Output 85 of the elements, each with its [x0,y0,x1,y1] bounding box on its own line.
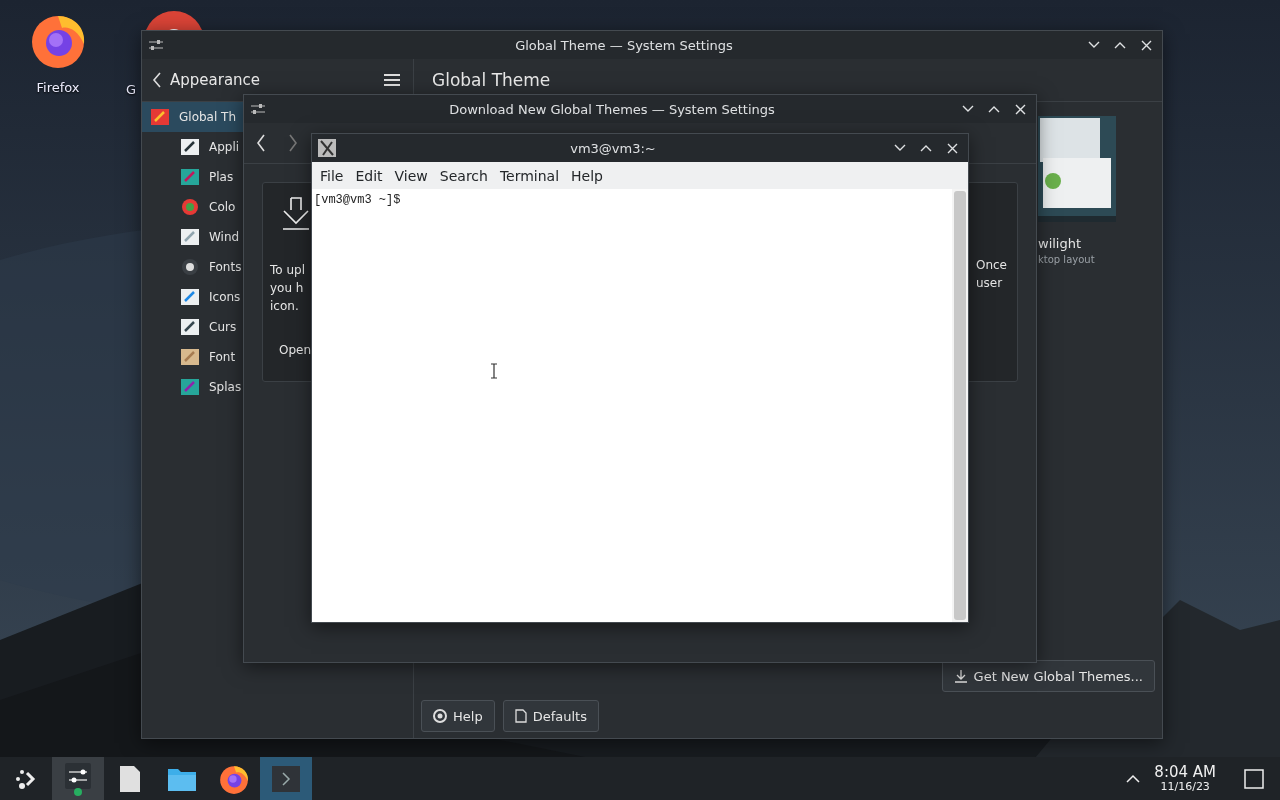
clock-date: 11/16/23 [1160,781,1210,793]
minimize-icon[interactable] [1088,41,1100,49]
maximize-icon[interactable] [920,144,932,152]
theme-name: wilight [1038,236,1083,251]
window-title: vm3@vm3:~ [569,140,657,156]
forward-icon[interactable] [288,134,298,152]
menu-item[interactable]: Edit [349,167,389,184]
sidebar-item[interactable]: Appli [142,132,243,162]
card-text: Once [975,257,1007,274]
page-title: Global Theme [432,70,551,90]
back-icon[interactable] [152,72,162,88]
card-text: you h [270,280,304,297]
sidebar-item[interactable]: Colo [142,192,243,222]
sidebar-item[interactable]: Icons [142,282,243,312]
x-logo-icon[interactable] [318,139,336,157]
settings-category-icon [180,347,200,367]
desktop-icon-label[interactable]: Firefox [36,80,80,95]
sidebar-item[interactable]: Splas [142,372,243,402]
theme-thumbnail[interactable] [1038,116,1116,222]
window-title: Download New Global Themes — System Settings [448,101,776,117]
sliders-icon [64,761,92,796]
sidebar-item-label: Global Th [179,110,237,124]
menu-item[interactable]: Search [433,167,494,184]
sidebar-item-label: Splas [209,380,242,394]
sidebar-item-label: Fonts [209,260,242,274]
sidebar-item-label: Curs [209,320,237,334]
sidebar-item[interactable]: Fonts [142,252,243,282]
document-icon [514,709,527,723]
minimize-icon[interactable] [962,105,974,113]
sidebar-item[interactable]: Global Th [142,102,243,132]
settings-category-icon [180,167,200,187]
sidebar-item-label: Appli [209,140,240,154]
tray-expand-icon[interactable] [1126,774,1141,783]
font-icon [180,257,200,277]
close-icon[interactable] [1140,39,1152,51]
card-text: user [975,275,1004,292]
help-icon [433,709,447,723]
settings-category-icon [180,317,200,337]
maximize-icon[interactable] [1114,41,1126,49]
card-text: icon. [270,298,299,315]
show-desktop-icon[interactable] [1244,768,1264,789]
minimize-icon[interactable] [894,144,906,152]
sidebar-item-label: Font [209,350,236,364]
sidebar-item[interactable]: Plas [142,162,243,192]
settings-category-icon [180,377,200,397]
window-title: Global Theme — System Settings [514,37,734,53]
settings-category-icon [150,107,170,127]
sidebar-item-label: Icons [209,290,241,304]
window-menu-icon[interactable] [148,39,164,51]
sidebar-item[interactable]: Font [142,342,243,372]
text-cursor-icon [490,363,498,379]
color-wheel-icon [180,197,200,217]
open-button[interactable]: Open [279,343,312,357]
terminal-icon [271,764,301,793]
menu-item[interactable]: View [388,167,434,184]
terminal-prompt: [vm3@vm3 ~]$ [314,193,402,207]
maximize-icon[interactable] [988,105,1000,113]
menu-icon[interactable] [383,73,401,87]
settings-category-icon [180,137,200,157]
back-icon[interactable] [256,134,266,152]
download-icon [953,669,968,683]
settings-category-icon [180,287,200,307]
menu-item[interactable]: Help [565,167,609,184]
sidebar-item[interactable]: Curs [142,312,243,342]
menu-item[interactable]: Terminal [493,167,566,184]
document-icon [119,764,141,793]
close-icon[interactable] [946,142,958,154]
clock-time: 8:04 AM [1154,764,1216,781]
theme-description: ktop layout [1038,254,1096,265]
sidebar-item[interactable]: Wind [142,222,243,252]
desktop-icon-label[interactable]: G [126,82,137,97]
card-text: To upl [270,262,305,279]
sidebar-item-label: Colo [209,200,236,214]
sidebar-item-label: Plas [209,170,234,184]
get-new-themes-button[interactable]: Get New Global Themes... [941,660,1155,692]
defaults-button[interactable]: Defaults [502,700,599,732]
section-title: Appearance [170,71,262,89]
settings-category-icon [180,227,200,247]
menu-item[interactable]: File [314,167,350,184]
sidebar-item-label: Wind [209,230,240,244]
window-menu-icon[interactable] [250,103,266,115]
close-icon[interactable] [1014,103,1026,115]
help-button[interactable]: Help [421,700,495,732]
download-icon [281,197,311,231]
clock[interactable]: 8:04 AM 11/16/23 [1154,764,1216,793]
